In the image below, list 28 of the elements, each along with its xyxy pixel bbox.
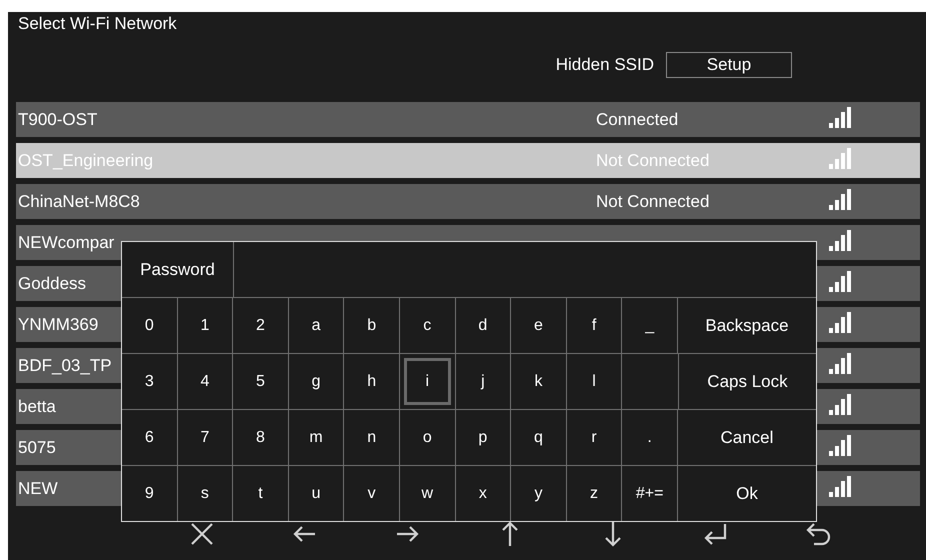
signal-icon	[828, 435, 854, 457]
network-name: ChinaNet-M8C8	[18, 192, 140, 212]
network-name: NEW	[18, 478, 58, 498]
network-row[interactable]: T900-OST Connected	[16, 102, 920, 137]
network-status: Connected	[596, 110, 678, 130]
password-label: Password	[122, 242, 234, 297]
signal-icon	[828, 107, 854, 129]
return-icon[interactable]	[804, 520, 832, 548]
network-row[interactable]: ChinaNet-M8C8 Not Connected	[16, 184, 920, 219]
network-name: Goddess	[18, 274, 86, 294]
signal-icon	[828, 148, 854, 170]
network-name: YNMM369	[18, 314, 98, 334]
signal-icon	[828, 476, 854, 498]
network-name: betta	[18, 396, 56, 416]
network-status: Not Connected	[596, 192, 710, 212]
signal-icon	[828, 353, 854, 375]
setup-button[interactable]: Setup	[666, 52, 792, 78]
signal-icon	[828, 394, 854, 416]
hidden-ssid-label: Hidden SSID	[556, 55, 654, 75]
signal-icon	[828, 271, 854, 293]
window-title: Select Wi-Fi Network	[17, 13, 178, 35]
signal-icon	[828, 312, 854, 334]
signal-icon	[828, 230, 854, 252]
network-name: NEWcompar	[18, 232, 114, 252]
network-name: BDF_03_TP	[18, 356, 112, 376]
network-name: 5075	[18, 438, 56, 458]
signal-icon	[828, 189, 854, 211]
network-name: T900-OST	[18, 110, 98, 130]
